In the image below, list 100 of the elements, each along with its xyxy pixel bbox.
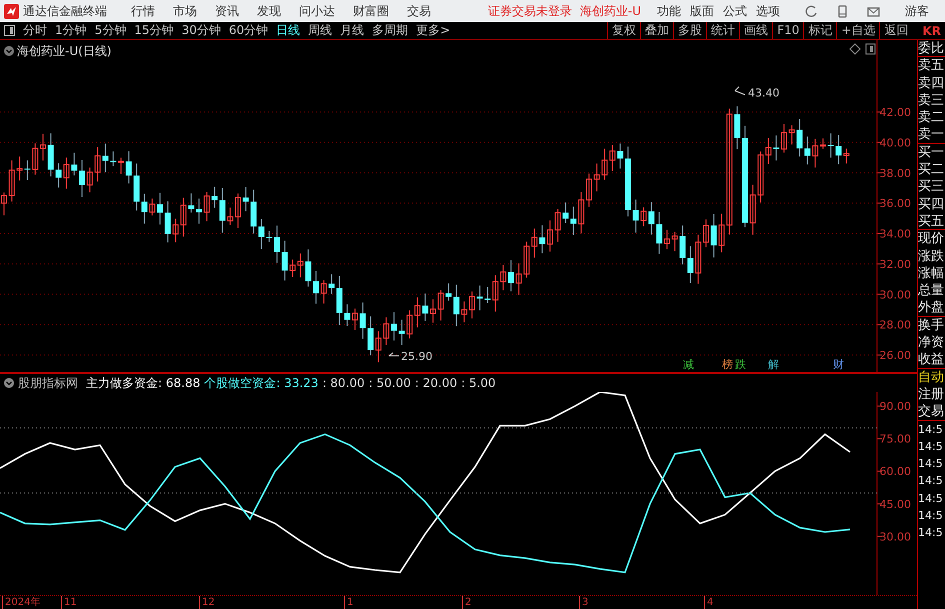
menu-item[interactable]: 问小达 <box>299 2 335 20</box>
side-label[interactable]: 涨跌 <box>918 248 945 265</box>
side-label[interactable]: 委比 <box>918 40 945 58</box>
axis-label: 38.00 <box>880 166 911 180</box>
side-label[interactable]: 买一 <box>918 144 945 162</box>
indicator-name: 股朋指标网 <box>18 375 78 392</box>
menu-item[interactable]: 交易 <box>407 2 431 20</box>
side-label[interactable]: 卖四 <box>918 74 945 92</box>
side-label[interactable]: 净资 <box>918 334 945 352</box>
event-marker: 减 <box>683 358 694 371</box>
axis-label: 90.00 <box>880 400 911 414</box>
period-tab[interactable]: 30分钟 <box>178 22 225 39</box>
date-label: 12 <box>199 596 215 609</box>
series-name: 个股做空资金 <box>204 375 276 392</box>
axis-label: 45.00 <box>880 498 911 511</box>
collapse-icon <box>4 46 14 56</box>
period-tab[interactable]: 月线 <box>336 22 368 39</box>
side-label[interactable]: 14:5 <box>918 472 945 490</box>
side-label[interactable]: 注册 <box>918 386 945 404</box>
axis-label: 26.00 <box>880 349 911 362</box>
side-label[interactable]: 卖二 <box>918 109 945 126</box>
menu-item[interactable]: 选项 <box>756 2 780 20</box>
indicator-param: : 20.00 <box>414 375 458 392</box>
menu-item[interactable]: 版面 <box>690 2 714 20</box>
collapse-icon[interactable] <box>4 378 14 388</box>
toolbar-button[interactable]: 叠加 <box>640 22 674 39</box>
menu-item[interactable]: 行情 <box>131 2 155 20</box>
side-label[interactable]: 自动 <box>918 368 945 386</box>
series-readout: : 68.88 <box>158 375 200 392</box>
axis-label: 34.00 <box>880 228 911 241</box>
axis-label: 30.00 <box>880 288 911 302</box>
side-label[interactable]: 14:5 <box>918 507 945 524</box>
date-label: 4 <box>704 596 714 609</box>
axis-label: 42.00 <box>880 106 911 119</box>
side-label[interactable]: 涨幅 <box>918 264 945 282</box>
toolbar-button[interactable]: 画线 <box>739 22 772 39</box>
side-label[interactable]: 外盘 <box>918 299 945 317</box>
toolbar-button[interactable]: 返回 <box>879 22 912 39</box>
period-tab[interactable]: 周线 <box>304 22 336 39</box>
side-label[interactable]: 交易 <box>918 403 945 421</box>
period-tab[interactable]: 更多> <box>412 22 454 39</box>
menu-item[interactable]: 财富圈 <box>353 2 389 20</box>
date-label: 3 <box>579 596 588 609</box>
toolbar-button[interactable]: 统计 <box>706 22 740 39</box>
axis-label: 30.00 <box>880 530 911 544</box>
diamond-icon <box>849 43 861 55</box>
date-label: 11 <box>61 596 77 609</box>
corner-label: KR <box>922 22 941 40</box>
side-label[interactable]: 14:5 <box>918 524 945 542</box>
side-label[interactable]: 14:5 <box>918 490 945 508</box>
side-label[interactable]: 卖五 <box>918 57 945 75</box>
side-label[interactable]: 14:5 <box>918 455 945 472</box>
stock-name: 海创药业-U <box>580 3 641 20</box>
side-label[interactable]: 卖一 <box>918 126 945 144</box>
date-label: 2 <box>462 596 472 609</box>
period-tab[interactable]: 60分钟 <box>224 22 272 39</box>
period-tab[interactable]: 分时 <box>19 22 51 39</box>
period-tab[interactable]: 15分钟 <box>130 22 178 39</box>
period-tab[interactable]: 多周期 <box>368 22 412 39</box>
app-title: 通达信金融终端 <box>23 3 107 20</box>
toolbar-button[interactable]: 标记 <box>803 22 836 39</box>
panel-toggle-icon[interactable] <box>4 25 15 36</box>
menu-item[interactable]: 公式 <box>723 2 747 20</box>
login-status[interactable]: 证券交易未登录 <box>488 2 572 20</box>
axis-label: 28.00 <box>880 318 911 332</box>
event-marker: 跌 <box>735 358 746 371</box>
side-label[interactable]: 现价 <box>918 230 945 248</box>
app-logo-icon <box>4 4 19 18</box>
menu-item[interactable]: 发现 <box>257 2 281 20</box>
refresh-icon[interactable] <box>804 4 819 18</box>
toolbar-button[interactable]: 多股 <box>673 22 706 39</box>
side-label[interactable]: 14:5 <box>918 420 945 438</box>
period-tab[interactable]: 日线 <box>272 22 304 39</box>
toolbar-button[interactable]: F10 <box>772 22 804 39</box>
menu-item[interactable]: 资讯 <box>215 2 239 20</box>
period-tab[interactable]: 5分钟 <box>90 22 130 39</box>
side-label[interactable]: 买三 <box>918 178 945 196</box>
axis-label: 36.00 <box>880 197 911 210</box>
period-tab[interactable]: 1分钟 <box>51 22 91 39</box>
indicator-param: : 5.00 <box>461 375 496 392</box>
axis-label: 75.00 <box>880 432 911 446</box>
axis-label: 40.00 <box>880 136 911 150</box>
menu-item[interactable]: 市场 <box>173 2 197 20</box>
indicator-param: : 80.00 <box>322 375 365 392</box>
toolbar-button[interactable]: +自选 <box>836 22 880 39</box>
user-label[interactable]: 游客 <box>905 2 929 20</box>
side-label[interactable]: 14:5 <box>918 438 945 456</box>
leader-line <box>734 86 746 96</box>
side-label[interactable]: 卖三 <box>918 92 945 110</box>
side-label[interactable]: 买二 <box>918 161 945 178</box>
menu-item[interactable]: 功能 <box>657 2 681 20</box>
event-marker: 财 <box>833 358 844 371</box>
side-label[interactable]: 换手 <box>918 316 945 334</box>
axis-label: 60.00 <box>880 465 911 478</box>
toolbar-button[interactable]: 复权 <box>607 22 640 39</box>
side-label[interactable]: 收益 <box>918 351 945 369</box>
side-label[interactable]: 总量 <box>918 282 945 300</box>
panel-icon <box>866 44 876 54</box>
side-label[interactable]: 买五 <box>918 212 945 230</box>
side-label[interactable]: 买四 <box>918 196 945 213</box>
